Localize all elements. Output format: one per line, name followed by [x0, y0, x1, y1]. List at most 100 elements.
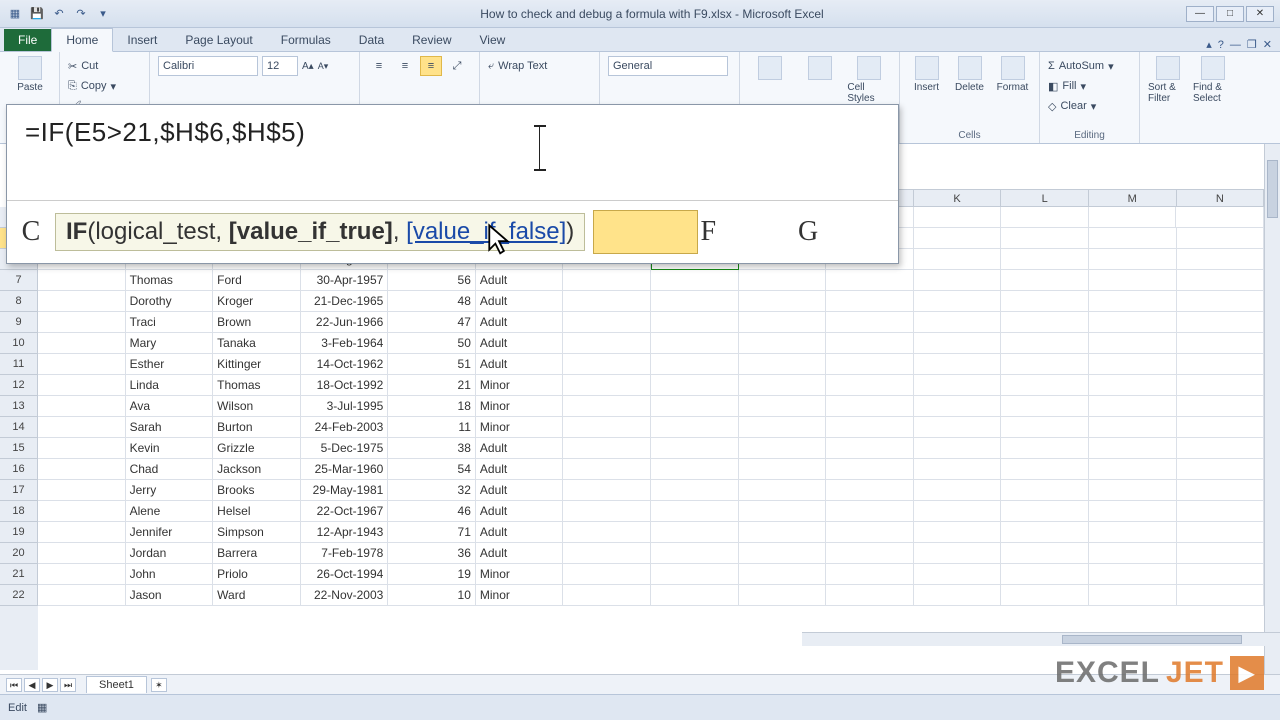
cell-statuskey[interactable] — [651, 417, 739, 438]
cell[interactable] — [1177, 270, 1265, 291]
font-size-combo[interactable]: 12 — [262, 56, 298, 76]
cell-status[interactable]: Adult — [476, 312, 564, 333]
cell-statuskey[interactable] — [651, 564, 739, 585]
cell-G16[interactable] — [563, 459, 651, 480]
cell-statuskey[interactable] — [651, 459, 739, 480]
cell[interactable] — [1001, 396, 1089, 417]
cell-A16[interactable] — [38, 459, 126, 480]
cell[interactable] — [1001, 270, 1089, 291]
cell[interactable] — [1089, 438, 1177, 459]
cell-birthdate[interactable]: 3-Jul-1995 — [301, 396, 389, 417]
cell-first[interactable]: Jason — [126, 585, 214, 606]
delete-cells-button[interactable]: Delete — [951, 56, 988, 93]
cell[interactable] — [1177, 522, 1265, 543]
cell[interactable] — [1177, 228, 1265, 249]
cell-statuskey[interactable] — [651, 501, 739, 522]
cell-first[interactable]: Jerry — [126, 480, 214, 501]
cell-first[interactable]: Esther — [126, 354, 214, 375]
cell-statuskey[interactable] — [651, 375, 739, 396]
cell[interactable] — [1177, 417, 1265, 438]
cell[interactable] — [826, 438, 914, 459]
cell-age[interactable]: 54 — [388, 459, 476, 480]
increase-font-icon[interactable]: A▴ — [302, 61, 314, 72]
redo-icon[interactable]: ↷ — [72, 5, 90, 23]
row-header-13[interactable]: 13 — [0, 396, 38, 417]
cell[interactable] — [914, 396, 1002, 417]
row-header-18[interactable]: 18 — [0, 501, 38, 522]
row-header-16[interactable]: 16 — [0, 459, 38, 480]
cell-G18[interactable] — [563, 501, 651, 522]
cell[interactable] — [1089, 291, 1177, 312]
sheet-nav-prev[interactable]: ◀ — [24, 678, 40, 692]
row-header-14[interactable]: 14 — [0, 417, 38, 438]
cell-statuskey[interactable] — [651, 270, 739, 291]
align-right-button[interactable]: ≡ — [420, 56, 442, 76]
cell-birthdate[interactable]: 21-Dec-1965 — [301, 291, 389, 312]
cell-age[interactable]: 46 — [388, 501, 476, 522]
cell[interactable] — [1089, 207, 1177, 228]
cell[interactable] — [826, 459, 914, 480]
tab-view[interactable]: View — [466, 29, 520, 51]
cell-age[interactable]: 19 — [388, 564, 476, 585]
cell[interactable] — [739, 585, 827, 606]
cell[interactable] — [1001, 228, 1089, 249]
cell-styles-button[interactable]: Cell Styles — [847, 56, 891, 104]
cell-first[interactable]: Chad — [126, 459, 214, 480]
scroll-thumb[interactable] — [1267, 160, 1278, 218]
cell[interactable] — [914, 333, 1002, 354]
cell[interactable] — [1177, 543, 1265, 564]
cell[interactable] — [1001, 501, 1089, 522]
align-center-button[interactable]: ≡ — [394, 56, 416, 76]
orientation-button[interactable]: ⤢ — [446, 56, 468, 76]
cell-status[interactable]: Minor — [476, 396, 564, 417]
cell-age[interactable]: 11 — [388, 417, 476, 438]
find-select-button[interactable]: Find & Select — [1193, 56, 1232, 104]
cell-A8[interactable] — [38, 291, 126, 312]
cell-G19[interactable] — [563, 522, 651, 543]
cell[interactable] — [914, 312, 1002, 333]
copy-button[interactable]: ⎘Copy▾ — [68, 76, 141, 96]
cell[interactable] — [1001, 543, 1089, 564]
row-header-11[interactable]: 11 — [0, 354, 38, 375]
cell[interactable] — [1001, 417, 1089, 438]
cell-A10[interactable] — [38, 333, 126, 354]
cell[interactable] — [1177, 375, 1265, 396]
cell[interactable] — [914, 522, 1002, 543]
cell[interactable] — [1177, 585, 1265, 606]
cell[interactable] — [1001, 522, 1089, 543]
cell-age[interactable]: 48 — [388, 291, 476, 312]
cell-G11[interactable] — [563, 354, 651, 375]
cell-statuskey[interactable] — [651, 480, 739, 501]
col-header-N[interactable]: N — [1177, 190, 1265, 206]
cell-birthdate[interactable]: 26-Oct-1994 — [301, 564, 389, 585]
cell[interactable] — [1001, 375, 1089, 396]
cell-birthdate[interactable]: 14-Oct-1962 — [301, 354, 389, 375]
cell[interactable] — [914, 291, 1002, 312]
cell-G9[interactable] — [563, 312, 651, 333]
cell[interactable] — [1089, 501, 1177, 522]
cell-birthdate[interactable]: 3-Feb-1964 — [301, 333, 389, 354]
cell-G12[interactable] — [563, 375, 651, 396]
cell[interactable] — [1001, 207, 1089, 228]
vertical-scrollbar[interactable] — [1264, 144, 1280, 674]
cell-birthdate[interactable]: 25-Mar-1960 — [301, 459, 389, 480]
cell-last[interactable]: Priolo — [213, 564, 301, 585]
row-header-20[interactable]: 20 — [0, 543, 38, 564]
cell-A9[interactable] — [38, 312, 126, 333]
cell[interactable] — [739, 354, 827, 375]
cell[interactable] — [914, 543, 1002, 564]
cell-A22[interactable] — [38, 585, 126, 606]
cell-A13[interactable] — [38, 396, 126, 417]
sheet-tab[interactable]: Sheet1 — [86, 676, 147, 693]
cell[interactable] — [826, 396, 914, 417]
cell[interactable] — [1177, 480, 1265, 501]
cell[interactable] — [739, 312, 827, 333]
cell-last[interactable]: Thomas — [213, 375, 301, 396]
cell-statuskey[interactable] — [651, 438, 739, 459]
cell-first[interactable]: Kevin — [126, 438, 214, 459]
cell-G8[interactable] — [563, 291, 651, 312]
cell[interactable] — [826, 480, 914, 501]
row-header-15[interactable]: 15 — [0, 438, 38, 459]
cell-A18[interactable] — [38, 501, 126, 522]
cell-first[interactable]: Jennifer — [126, 522, 214, 543]
